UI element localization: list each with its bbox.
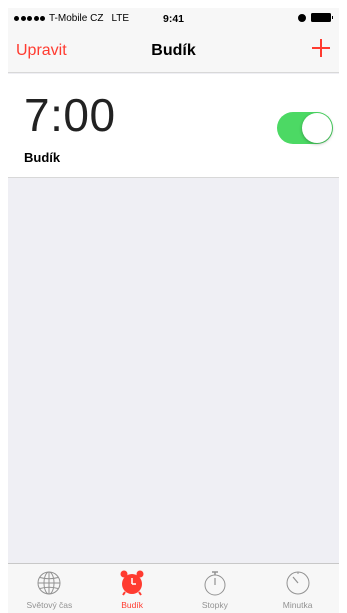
tab-label: Budík [121, 600, 143, 610]
alarm-toggle[interactable] [277, 112, 333, 144]
tab-world-clock[interactable]: Světový čas [8, 564, 91, 613]
stopwatch-icon [204, 571, 226, 596]
tab-label: Světový čas [26, 600, 73, 610]
toggle-knob [302, 113, 332, 143]
alarm-time: 7:00 [24, 89, 116, 141]
plus-icon [312, 39, 330, 57]
status-bar: T-Mobile CZ LTE 9:41 [8, 8, 339, 28]
add-alarm-button[interactable] [309, 36, 333, 60]
tab-label: Stopky [201, 600, 228, 610]
status-right [298, 13, 333, 22]
globe-icon [37, 571, 61, 595]
tab-bar: Světový čas Budík Stopky Minutka [8, 563, 339, 613]
tab-alarm[interactable]: Budík [91, 564, 174, 613]
list-item[interactable]: 7:00 Budík [8, 74, 339, 178]
alarm-label: Budík [24, 150, 61, 165]
tab-label: Minutka [282, 600, 313, 610]
navigation-bar: Upravit Budík [8, 28, 339, 73]
phone-screen: T-Mobile CZ LTE 9:41 Upravit Budík 7:00 … [8, 8, 339, 613]
tab-stopwatch[interactable]: Stopky [174, 564, 257, 613]
tab-timer[interactable]: Minutka [256, 564, 339, 613]
alarm-clock-icon [120, 570, 144, 596]
alarm-status-icon [298, 13, 306, 22]
timer-icon [286, 571, 310, 595]
page-title: Budík [151, 42, 196, 59]
status-time: 9:41 [162, 13, 184, 25]
battery-icon [311, 13, 333, 22]
